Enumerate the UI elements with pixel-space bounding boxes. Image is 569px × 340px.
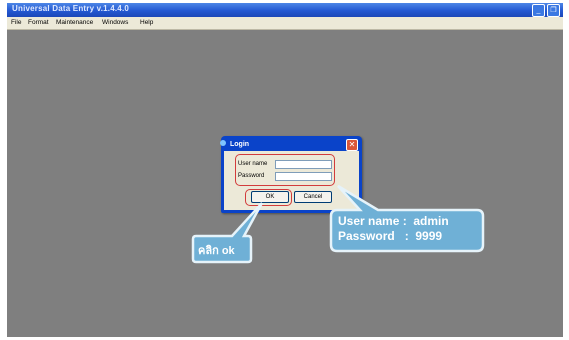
menu-file[interactable]: File (11, 19, 21, 26)
menu-format[interactable]: Format (28, 19, 49, 26)
menu-bar: File Format Maintenance Windows Help (7, 17, 563, 30)
click-ok-text: คลิก ok (198, 245, 235, 257)
ok-highlight (245, 189, 292, 206)
menu-help[interactable]: Help (140, 19, 153, 26)
app-title: Universal Data Entry v.1.4.4.0 (12, 4, 130, 13)
credentials-username-text: User name : admin (338, 214, 449, 228)
app-icon (220, 140, 226, 146)
restore-button[interactable]: ❐ (547, 4, 560, 17)
close-icon[interactable]: ✕ (346, 139, 358, 151)
menu-windows[interactable]: Windows (102, 19, 128, 26)
credentials-highlight (235, 154, 335, 186)
menu-maintenance[interactable]: Maintenance (56, 19, 93, 26)
dialog-title: Login (230, 141, 250, 148)
minimize-button[interactable]: _ (532, 4, 545, 17)
cancel-button[interactable]: Cancel (294, 191, 332, 203)
credentials-password-text: Password : 9999 (338, 229, 443, 243)
title-bar: Universal Data Entry v.1.4.4.0 _ ❐ (7, 3, 563, 17)
